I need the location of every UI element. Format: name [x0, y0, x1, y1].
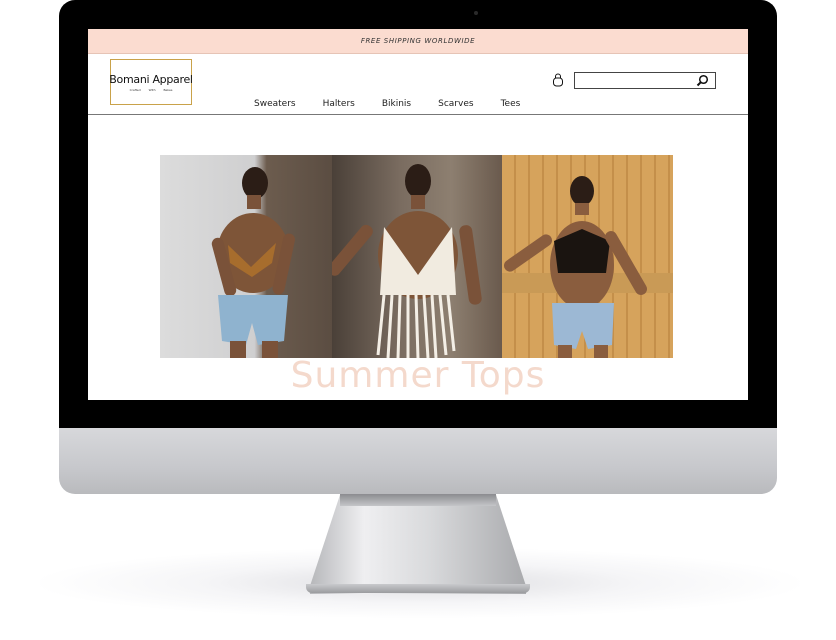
nav-item-scarves[interactable]: Scarves	[438, 99, 473, 109]
monitor-stand	[310, 494, 526, 594]
promo-bar: FREE SHIPPING WORLDWIDE	[88, 29, 748, 54]
brand-tagline: Crafted With Bekes	[130, 88, 173, 92]
nav-item-tees[interactable]: Tees	[501, 99, 521, 109]
promo-text: FREE SHIPPING WORLDWIDE	[360, 37, 476, 45]
brand-tagline-word: Bekes	[163, 87, 173, 92]
monitor-chin	[59, 428, 777, 494]
monitor-stand-base	[306, 584, 530, 593]
hero-banner[interactable]	[160, 155, 673, 358]
search-box	[574, 72, 716, 93]
brand-name: Bomani Apparel	[109, 72, 193, 86]
brand-tagline-word: Crafted	[129, 87, 141, 92]
site-header: Bomani Apparel Crafted With Bekes Sweate…	[88, 54, 748, 115]
search-icon[interactable]	[696, 74, 709, 87]
shopping-bag-icon[interactable]	[552, 73, 564, 87]
search-input[interactable]	[575, 78, 693, 93]
website-screen: FREE SHIPPING WORLDWIDE Bomani Apparel C…	[88, 29, 748, 400]
main-nav: Sweaters Halters Bikinis Scarves Tees	[254, 99, 547, 109]
camera-dot	[474, 11, 478, 15]
hero-photo-black-halter-top	[502, 155, 673, 358]
hero-title: Summer Tops	[290, 355, 546, 396]
hero-photo-white-fringe-top	[332, 155, 502, 358]
nav-item-halters[interactable]: Halters	[323, 99, 355, 109]
brand-logo[interactable]: Bomani Apparel Crafted With Bekes	[109, 59, 193, 105]
monitor-stand-neck	[340, 494, 496, 506]
hero-photo-brown-crochet-top	[160, 155, 332, 358]
nav-item-sweaters[interactable]: Sweaters	[254, 99, 296, 109]
nav-item-bikinis[interactable]: Bikinis	[382, 99, 411, 109]
brand-tagline-word: With	[148, 87, 156, 92]
